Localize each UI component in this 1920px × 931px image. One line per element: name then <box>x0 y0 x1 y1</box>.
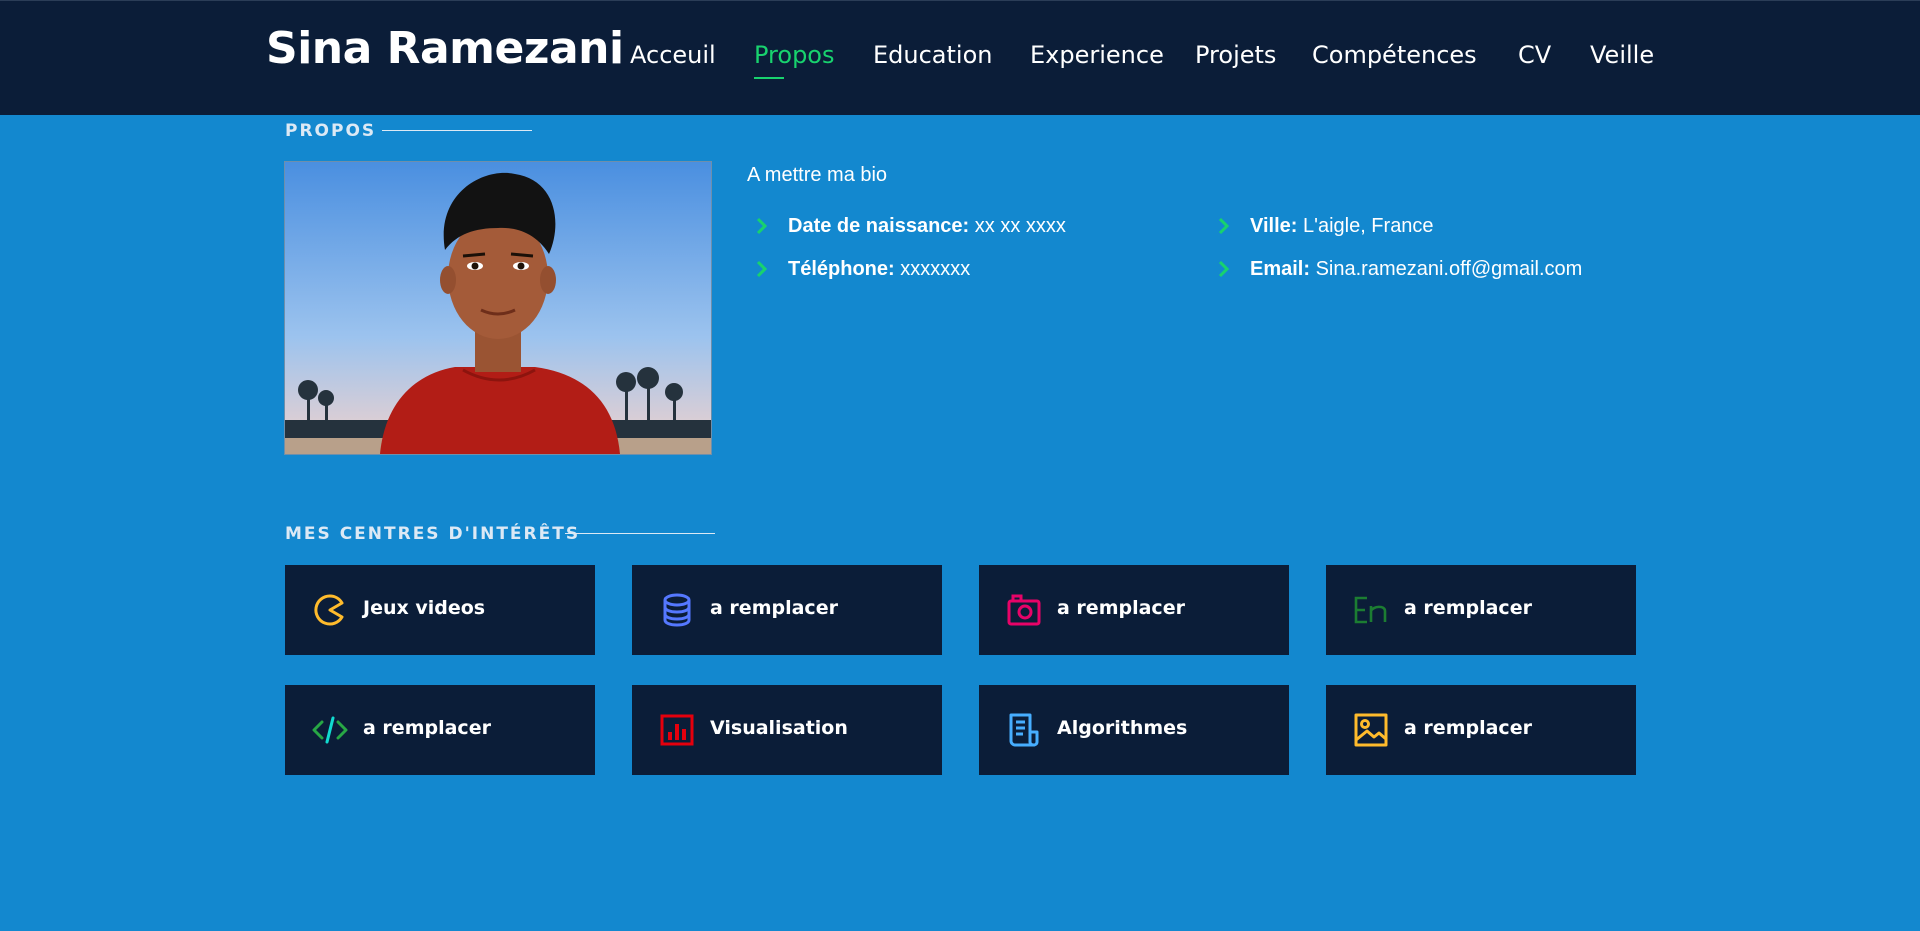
section-title-propos: PROPOS <box>285 121 377 141</box>
interest-card-4[interactable]: a remplacer <box>1326 565 1636 655</box>
interest-label: a remplacer <box>1404 717 1532 739</box>
fact-value: xxxxxxx <box>900 258 971 280</box>
nav-veille[interactable]: Veille <box>1590 41 1654 69</box>
interest-label: a remplacer <box>1404 597 1532 619</box>
nav-competences[interactable]: Compétences <box>1312 41 1477 69</box>
fact-value: Sina.ramezani.off@gmail.com <box>1315 258 1583 280</box>
interest-label: a remplacer <box>710 597 838 619</box>
fact-label: Téléphone: <box>788 258 895 280</box>
nav-propos[interactable]: Propos <box>754 41 835 79</box>
interest-label: Jeux videos <box>363 597 486 619</box>
interest-card-jeux-videos[interactable]: Jeux videos <box>285 565 595 655</box>
chevron-right-icon <box>1218 217 1230 235</box>
section-divider <box>565 533 715 534</box>
fact-value: L'aigle, France <box>1303 215 1434 237</box>
nav-acceuil[interactable]: Acceuil <box>630 41 716 69</box>
profile-photo <box>284 161 712 455</box>
interest-label: a remplacer <box>1057 597 1185 619</box>
database-icon <box>663 593 691 627</box>
chevron-right-icon <box>756 217 768 235</box>
header-bar: Sina Ramezani Acceuil Propos Education E… <box>0 0 1920 115</box>
bar-chart-icon <box>660 714 694 746</box>
section-divider <box>382 130 532 131</box>
fact-label: Ville: <box>1250 215 1298 237</box>
camera-icon <box>1007 594 1041 626</box>
interest-card-visualisation[interactable]: Visualisation <box>632 685 942 775</box>
fact-label: Email: <box>1250 258 1311 280</box>
chevron-right-icon <box>756 260 768 278</box>
interest-card-algorithmes[interactable]: Algorithmes <box>979 685 1289 775</box>
nav-projets[interactable]: Projets <box>1195 41 1276 69</box>
interest-label: Algorithmes <box>1057 717 1188 739</box>
bio-text: A mettre ma bio <box>747 164 888 186</box>
fact-value: xx xx xxxx <box>974 215 1066 237</box>
section-title-interests: MES CENTRES D'INTÉRÊTS <box>285 524 581 544</box>
interest-card-5[interactable]: a remplacer <box>285 685 595 775</box>
interest-label: Visualisation <box>710 717 848 739</box>
english-input-icon <box>1354 596 1387 624</box>
code-icon <box>312 716 348 744</box>
interest-card-8[interactable]: a remplacer <box>1326 685 1636 775</box>
interest-card-2[interactable]: a remplacer <box>632 565 942 655</box>
interest-card-3[interactable]: a remplacer <box>979 565 1289 655</box>
site-logo-name[interactable]: Sina Ramezani <box>266 23 624 74</box>
nav-experience[interactable]: Experience <box>1030 41 1164 69</box>
nav-education[interactable]: Education <box>873 41 992 69</box>
interest-label: a remplacer <box>363 717 491 739</box>
fact-label: Date de naissance: <box>788 215 970 237</box>
nav-cv[interactable]: CV <box>1518 41 1551 69</box>
image-icon <box>1354 713 1388 747</box>
chevron-right-icon <box>1218 260 1230 278</box>
pacman-icon <box>314 594 344 626</box>
document-icon <box>1009 713 1039 747</box>
